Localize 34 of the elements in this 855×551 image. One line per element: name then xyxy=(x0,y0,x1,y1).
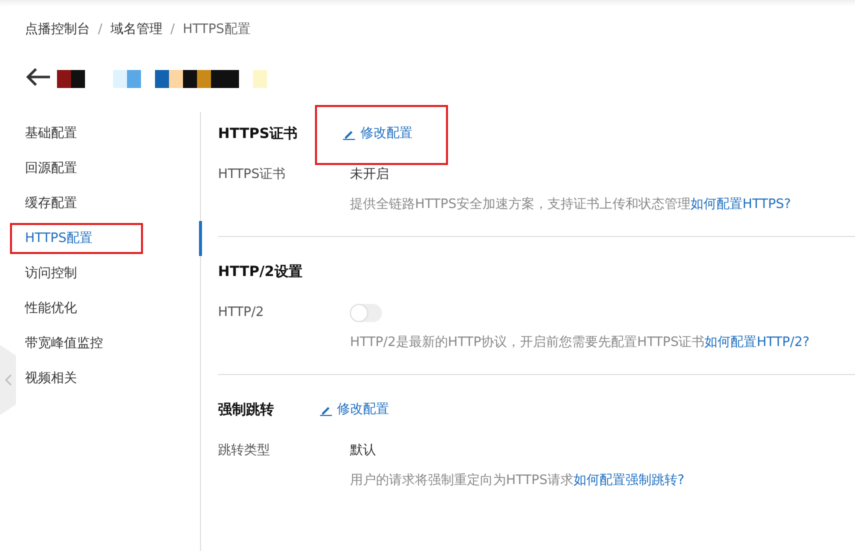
edit-config-link[interactable]: 修改配置 xyxy=(320,400,389,420)
sidebar-item[interactable]: 访问控制 xyxy=(17,256,200,291)
breadcrumb-separator: / xyxy=(98,21,102,40)
help-link[interactable]: 如何配置强制跳转? xyxy=(574,472,684,488)
sidebar-item[interactable]: HTTPS配置 xyxy=(17,221,200,256)
field-label: HTTPS证书 xyxy=(218,166,287,184)
sidebar-item[interactable]: 缓存配置 xyxy=(17,186,200,221)
field-label: HTTP/2 xyxy=(218,304,265,322)
field-value: 未开启 xyxy=(350,166,389,184)
sidebar-item[interactable]: 性能优化 xyxy=(17,291,200,326)
breadcrumb-link[interactable]: 点播控制台 xyxy=(25,20,90,40)
sidebar-item[interactable]: 基础配置 xyxy=(17,116,200,151)
breadcrumb-current: HTTPS配置 xyxy=(182,21,250,40)
toggle-switch[interactable] xyxy=(350,304,382,322)
field-description: 用户的请求将强制重定向为HTTPS请求如何配置强制跳转? xyxy=(350,472,686,490)
breadcrumb-separator: / xyxy=(170,21,175,40)
field-description: HTTP/2是最新的HTTP协议，开启前您需要先配置HTTPS证书如何配置HTTP/2? xyxy=(350,334,811,352)
edit-config-link[interactable]: 修改配置 xyxy=(343,124,412,144)
pencil-icon xyxy=(320,404,332,416)
help-link[interactable]: 如何配置HTTP/2? xyxy=(704,334,810,350)
pencil-icon xyxy=(343,128,356,140)
section-title: HTTPS证书 xyxy=(218,124,298,144)
field-value: 默认 xyxy=(350,442,376,460)
chevron-left-icon xyxy=(4,374,12,386)
sidebar-item[interactable]: 回源配置 xyxy=(17,151,200,186)
section-title: HTTP/2设置 xyxy=(218,262,302,282)
sidebar-item[interactable]: 视频相关 xyxy=(17,361,200,396)
breadcrumb-link[interactable]: 域名管理 xyxy=(110,20,162,40)
help-link[interactable]: 如何配置HTTPS? xyxy=(690,196,791,212)
back-arrow-icon[interactable] xyxy=(25,67,51,87)
field-label: 跳转类型 xyxy=(218,442,271,460)
field-description: 提供全链路HTTPS安全加速方案，支持证书上传和状态管理如何配置HTTPS? xyxy=(350,196,792,214)
sidebar-item[interactable]: 带宽峰值监控 xyxy=(17,326,200,361)
section-title: 强制跳转 xyxy=(218,400,274,420)
